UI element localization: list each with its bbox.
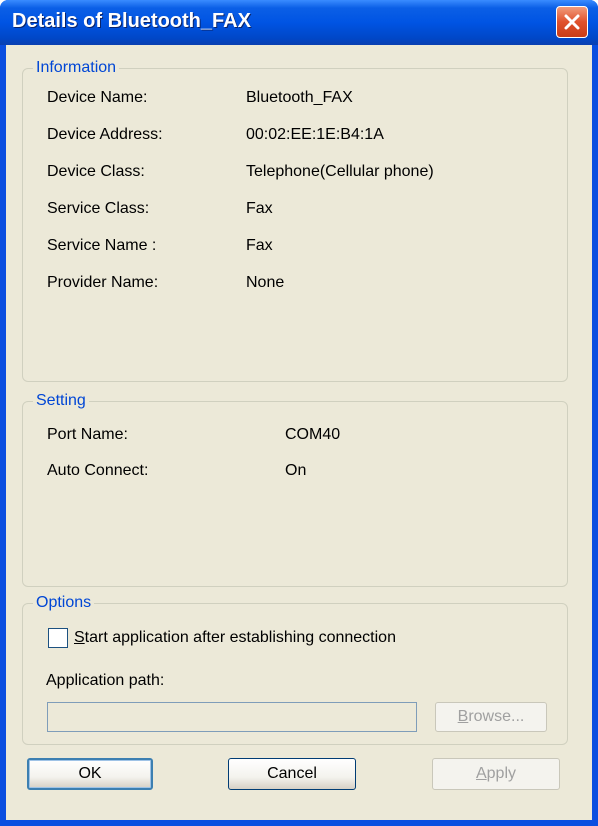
setting-group: Setting Port Name: COM40 Auto Connect: O… <box>22 392 568 587</box>
service-class-value: Fax <box>246 200 273 217</box>
provider-name-value: None <box>246 274 285 291</box>
service-name-value: Fax <box>246 237 273 254</box>
browse-accel: B <box>457 708 469 725</box>
start-application-checkbox[interactable] <box>48 628 68 648</box>
ok-button-label: OK <box>78 765 102 782</box>
title-bar[interactable]: Details of Bluetooth_FAX <box>0 0 598 45</box>
device-class-label: Device Class: <box>47 163 145 180</box>
close-button[interactable] <box>556 6 588 38</box>
browse-label-rest: rowse... <box>468 708 525 725</box>
device-class-value: Telephone(Cellular phone) <box>246 163 434 180</box>
information-group-label: Information <box>33 59 120 77</box>
device-address-label: Device Address: <box>47 126 163 143</box>
apply-button[interactable]: Apply <box>432 758 560 790</box>
browse-button[interactable]: Browse... <box>435 702 547 732</box>
apply-label-rest: pply <box>486 765 517 782</box>
provider-name-label: Provider Name: <box>47 274 159 291</box>
device-name-value: Bluetooth_FAX <box>246 89 353 106</box>
auto-connect-value: On <box>285 462 307 479</box>
setting-group-label: Setting <box>33 392 89 410</box>
cancel-button[interactable]: Cancel <box>228 758 356 790</box>
port-name-label: Port Name: <box>47 426 128 443</box>
ok-button[interactable]: OK <box>27 758 153 790</box>
start-application-accel: S <box>74 629 85 646</box>
options-group-label: Options <box>33 594 95 612</box>
start-application-label[interactable]: Start application after establishing con… <box>74 629 396 647</box>
port-name-value: COM40 <box>285 426 341 443</box>
options-group: Options Start application after establis… <box>22 594 568 745</box>
window-title: Details of Bluetooth_FAX <box>12 10 251 32</box>
dialog-body: Information Device Name: Bluetooth_FAX D… <box>6 45 592 820</box>
service-name-label: Service Name : <box>47 237 157 254</box>
dialog-window: Details of Bluetooth_FAX Information Dev… <box>0 0 598 826</box>
service-class-label: Service Class: <box>47 200 150 217</box>
device-name-label: Device Name: <box>47 89 148 106</box>
application-path-label: Application path: <box>46 672 165 689</box>
application-path-input[interactable] <box>47 702 417 732</box>
close-icon <box>564 14 580 30</box>
information-group: Information Device Name: Bluetooth_FAX D… <box>22 59 568 382</box>
cancel-button-label: Cancel <box>267 765 317 782</box>
device-address-value: 00:02:EE:1E:B4:1A <box>246 126 384 143</box>
apply-accel: A <box>475 765 487 782</box>
auto-connect-label: Auto Connect: <box>47 462 149 479</box>
start-application-label-rest: tart application after establishing conn… <box>84 629 396 646</box>
